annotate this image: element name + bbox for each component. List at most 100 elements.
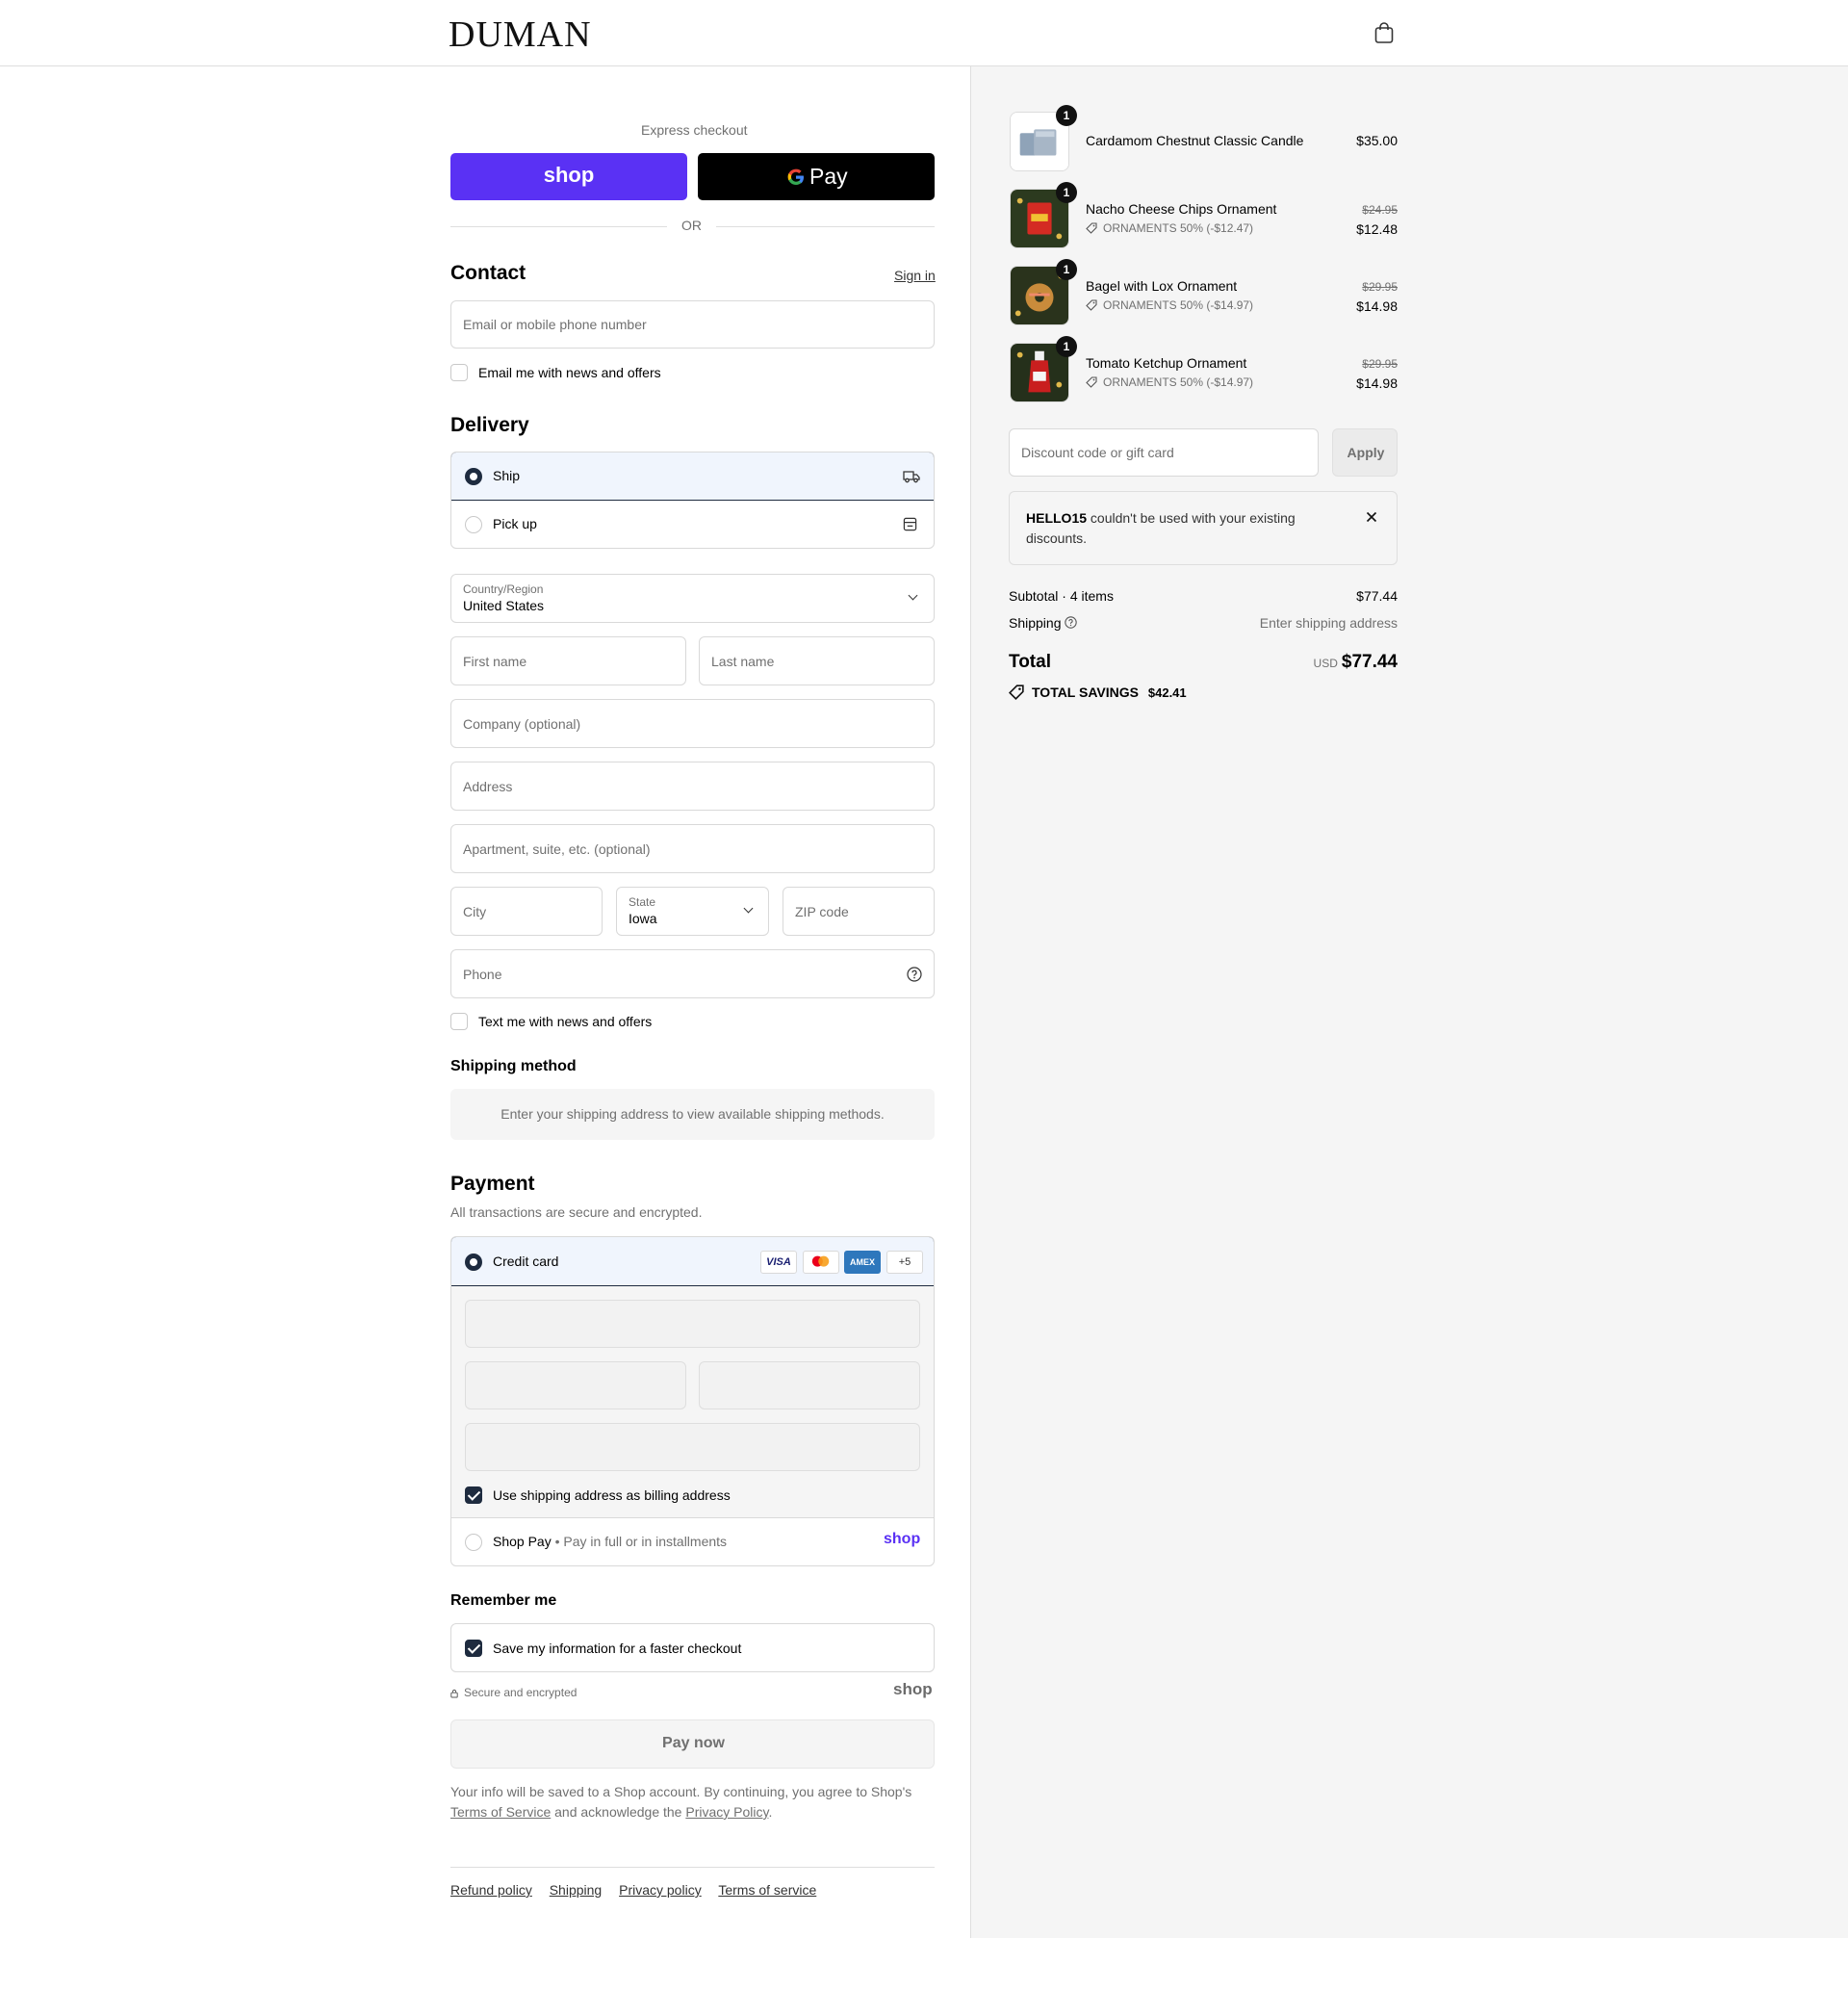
store-logo[interactable]: DUMAN (449, 13, 592, 56)
pay-now-button[interactable]: Pay now (450, 1719, 935, 1769)
terms-of-service-link[interactable]: Terms of service (718, 1882, 816, 1898)
subtotal-value: $77.44 (1356, 588, 1398, 604)
payment-title: Payment (450, 1173, 535, 1195)
order-summary-panel (970, 66, 1848, 1938)
credit-card-label: Credit card (493, 1254, 559, 1269)
billing-same-checkbox[interactable] (465, 1486, 482, 1504)
remember-me-box: Save my information for a faster checkou… (450, 1623, 935, 1672)
name-on-card-field[interactable] (465, 1423, 920, 1471)
legal-middle: and acknowledge the (554, 1804, 682, 1820)
credit-card-radio[interactable] (465, 1254, 482, 1271)
address-field[interactable]: Address (450, 762, 935, 811)
item-price: $14.98 (1356, 298, 1398, 314)
total-label: Total (1009, 652, 1051, 672)
card-number-field[interactable] (465, 1300, 920, 1348)
email-news-checkbox[interactable] (450, 364, 468, 381)
state-value: Iowa (629, 911, 657, 926)
shipping-method-message: Enter your shipping address to view avai… (500, 1106, 885, 1122)
item-old-price: $29.95 (1362, 357, 1398, 371)
total-amount: USD $77.44 (1205, 652, 1398, 673)
item-price: $14.98 (1356, 375, 1398, 391)
quantity-badge: 1 (1056, 105, 1077, 126)
mastercard-icon (803, 1251, 839, 1274)
first-name-field[interactable]: First name (450, 636, 686, 685)
city-field[interactable]: City (450, 887, 603, 936)
expiry-field[interactable] (465, 1361, 686, 1409)
delivery-title: Delivery (450, 414, 529, 436)
save-info-label: Save my information for a faster checkou… (493, 1641, 742, 1656)
pickup-radio[interactable] (465, 516, 482, 533)
shop-privacy-link[interactable]: Privacy Policy (685, 1804, 768, 1820)
refund-policy-link[interactable]: Refund policy (450, 1882, 532, 1898)
city-placeholder: City (463, 903, 487, 919)
delivery-option-ship[interactable]: Ship (451, 452, 934, 501)
ship-radio[interactable] (465, 468, 482, 485)
save-info-checkbox[interactable] (465, 1640, 482, 1657)
contact-title: Contact (450, 262, 526, 284)
shipping-link[interactable]: Shipping (550, 1882, 603, 1898)
total-value: $77.44 (1341, 652, 1398, 672)
shop-pay-radio[interactable] (465, 1534, 482, 1551)
shop-pay-express-button[interactable]: shop (450, 153, 687, 200)
store-icon (903, 517, 917, 531)
legal-line-1: Your info will be saved to a Shop accoun… (450, 1784, 912, 1799)
express-checkout-title: Express checkout (641, 122, 748, 138)
phone-field[interactable]: Phone (450, 949, 935, 998)
help-circle-icon[interactable] (1065, 616, 1077, 629)
company-field[interactable]: Company (optional) (450, 699, 935, 748)
shopping-bag-icon[interactable] (1373, 21, 1395, 44)
payment-option-shop-pay[interactable]: Shop Pay • Pay in full or in installment… (451, 1518, 934, 1565)
divider-right (716, 226, 935, 227)
last-name-placeholder: Last name (711, 653, 775, 669)
chevron-down-icon (908, 590, 918, 601)
header: DUMAN (0, 0, 1848, 66)
company-placeholder: Company (optional) (463, 715, 581, 732)
chevron-down-icon (743, 903, 754, 914)
quantity-badge: 1 (1056, 259, 1077, 280)
apply-label: Apply (1347, 445, 1385, 460)
help-circle-icon[interactable] (907, 967, 922, 982)
item-name: Nacho Cheese Chips Ornament (1086, 201, 1277, 217)
privacy-policy-link[interactable]: Privacy policy (619, 1882, 702, 1898)
shop-terms-link[interactable]: Terms of Service (450, 1804, 551, 1820)
zip-field[interactable]: ZIP code (783, 887, 935, 936)
payment-option-credit-card[interactable]: Credit card VISA AMEX +5 (451, 1237, 934, 1286)
close-icon[interactable] (1366, 511, 1377, 523)
apply-button[interactable]: Apply (1332, 428, 1398, 477)
item-name: Cardamom Chestnut Classic Candle (1086, 133, 1304, 148)
text-news-checkbox[interactable] (450, 1013, 468, 1030)
pay-now-label: Pay now (662, 1735, 725, 1751)
quantity-badge: 1 (1056, 182, 1077, 203)
email-field[interactable]: Email or mobile phone number (450, 300, 935, 349)
security-code-field[interactable] (699, 1361, 920, 1409)
state-select[interactable]: State Iowa (616, 887, 769, 936)
shop-pay-name: Shop Pay (493, 1534, 552, 1549)
error-code: HELLO15 (1026, 510, 1088, 526)
item-discount: ORNAMENTS 50% (-$14.97) (1103, 298, 1254, 312)
discount-code-field[interactable]: Discount code or gift card (1009, 428, 1319, 477)
state-label: State (629, 895, 656, 909)
delivery-option-pickup[interactable]: Pick up (451, 501, 934, 548)
shop-pay-logo: shop (884, 1531, 921, 1547)
apartment-field[interactable]: Apartment, suite, etc. (optional) (450, 824, 935, 873)
item-discount: ORNAMENTS 50% (-$12.47) (1103, 221, 1254, 235)
amex-icon: AMEX (844, 1251, 881, 1274)
delivery-options: Ship Pick up (450, 452, 935, 549)
divider-left (450, 226, 667, 227)
apartment-placeholder: Apartment, suite, etc. (optional) (463, 840, 651, 857)
google-pay-button[interactable]: Pay (698, 153, 935, 200)
card-form-area: Use shipping address as billing address (451, 1286, 934, 1518)
country-select[interactable]: Country/Region United States (450, 574, 935, 623)
quantity-badge: 1 (1056, 336, 1077, 357)
item-name: Bagel with Lox Ornament (1086, 278, 1238, 294)
shipping-method-title: Shipping method (450, 1058, 577, 1074)
item-discount: ORNAMENTS 50% (-$14.97) (1103, 375, 1254, 389)
lock-icon (450, 1689, 458, 1698)
sign-in-link[interactable]: Sign in (894, 268, 936, 283)
shipping-value: Enter shipping address (1259, 615, 1398, 631)
last-name-field[interactable]: Last name (699, 636, 935, 685)
subtotal-label: Subtotal · 4 items (1009, 588, 1114, 604)
savings-label: TOTAL SAVINGS (1032, 685, 1139, 700)
shop-logo: shop (543, 163, 595, 187)
item-price: $35.00 (1356, 133, 1398, 148)
